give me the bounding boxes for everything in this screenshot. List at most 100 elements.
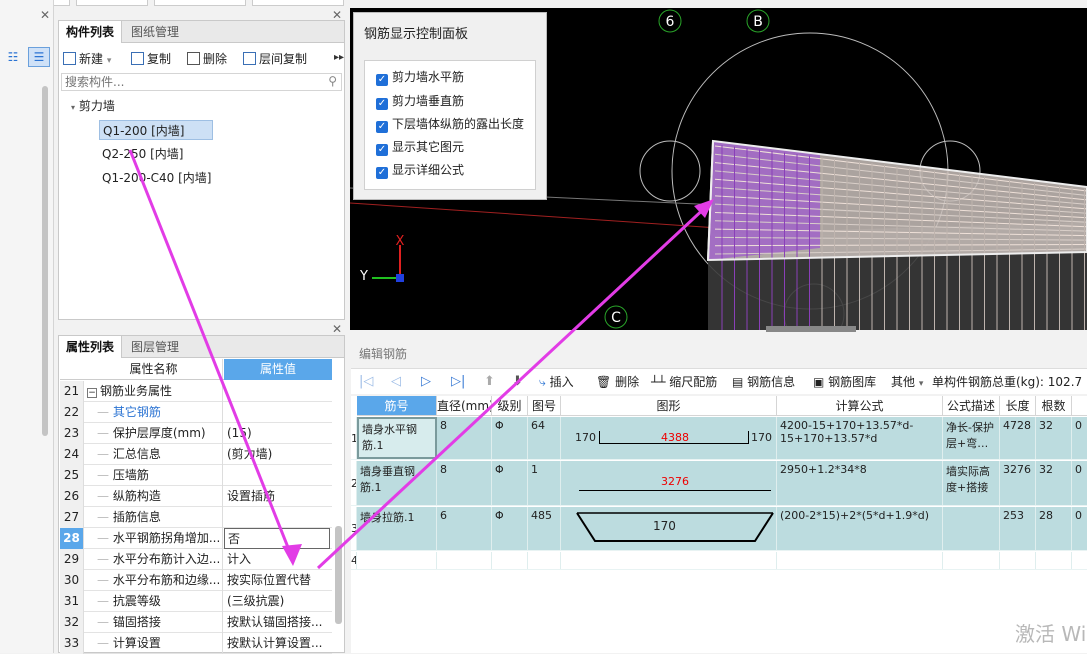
first-record-icon[interactable]: |◁ [359,374,373,389]
cell-name[interactable] [357,552,437,569]
close-icon[interactable]: ✕ [40,8,50,22]
property-close-icon[interactable]: ✕ [332,322,342,336]
insert-button[interactable]: ⤷ 插入 [539,373,574,391]
cell-length[interactable]: 253 [1000,507,1036,550]
property-row[interactable]: 23— 保护层厚度(mm) (15) [60,423,332,444]
floor-copy-button[interactable]: 层间复制 [243,50,307,68]
cell-extra[interactable]: 0 [1072,461,1087,505]
cell-formula[interactable]: 2950+1.2*34*8 [777,461,943,505]
cell-extra[interactable] [1072,552,1087,569]
next-icon[interactable]: ▷ [421,374,431,389]
copy-button[interactable]: 复制 [131,50,171,68]
property-row[interactable]: 21− 钢筋业务属性 [60,381,332,402]
search-input[interactable] [62,74,341,90]
property-row[interactable]: 29— 水平分布筋计入边... 计入 [60,549,332,570]
column-header[interactable]: 图号 [528,396,561,416]
top-field-3[interactable] [154,0,246,6]
property-value[interactable] [224,402,330,423]
property-value[interactable]: 按实际位置代替 [224,570,330,591]
move-up-icon[interactable]: ⬆ [484,374,495,389]
previous-icon[interactable]: ◁ [391,374,401,389]
tab-component-list[interactable]: 构件列表 [59,21,123,43]
option-show-other[interactable]: ✓ 显示其它图元 [376,138,464,156]
cell-count[interactable]: 28 [1036,507,1072,550]
cell-length[interactable]: 4728 [1000,417,1036,459]
property-value[interactable]: (剪力墙) [224,444,330,465]
cell-dia[interactable] [437,552,492,569]
tab-property-list[interactable]: 属性列表 [59,336,123,358]
cell-length[interactable] [1000,552,1036,569]
checkbox-checked-icon[interactable]: ✓ [376,144,388,156]
property-row[interactable]: 32— 锚固搭接 按默认锚固搭接... [60,612,332,633]
property-value[interactable]: 计入 [224,549,330,570]
property-value[interactable] [224,381,330,402]
property-value[interactable] [224,507,330,528]
scale-rebar-button[interactable]: ┴┴ 缩尺配筋 [651,373,717,391]
cell-dia[interactable]: 8 [437,417,492,459]
tree-item-q1-200[interactable]: Q1-200 [内墙] [99,120,213,140]
property-row[interactable]: 30— 水平分布筋和边缘... 按实际位置代替 [60,570,332,591]
rebar-library-button[interactable]: ▣ 钢筋图库 [813,373,876,391]
property-row[interactable]: 33— 计算设置 按默认计算设置... [60,633,332,654]
dropdown-arrow-icon[interactable]: ▾ [919,379,924,389]
table-row[interactable]: 2墙身垂直钢筋.18Φ132762950+1.2*34*8墙实际高度+搭接327… [351,461,1087,506]
cell-name[interactable]: 墙身垂直钢筋.1 [357,461,437,505]
top-field-2[interactable] [76,0,148,6]
cell-desc[interactable]: 净长-保护层+弯… [943,417,1000,459]
table-row[interactable]: 4 [351,552,1087,570]
column-header[interactable]: 直径(mm) [437,396,492,416]
cell-formula[interactable]: (200-2*15)+2*(5*d+1.9*d) [777,507,943,550]
cell-count[interactable] [1036,552,1072,569]
cell-formula[interactable] [777,552,943,569]
tab-layer-management[interactable]: 图层管理 [124,336,186,358]
tree-view-icon[interactable]: ☰ [28,47,50,67]
panel-close-icon[interactable]: ✕ [332,8,342,22]
property-value[interactable]: 否 [224,528,330,549]
tree-item-q2-250[interactable]: Q2-250 [内墙] [102,144,184,164]
checkbox-checked-icon[interactable]: ✓ [376,121,388,133]
property-row[interactable]: 24— 汇总信息 (剪力墙) [60,444,332,465]
component-search[interactable]: ⚲ [61,73,342,91]
property-row[interactable]: 26— 纵筋构造 设置插筋 [60,486,332,507]
dropdown-arrow-icon[interactable]: ▾ [107,56,112,66]
cell-grade[interactable]: Φ [492,461,528,505]
cell-dia[interactable]: 6 [437,507,492,550]
property-row[interactable]: 31— 抗震等级 (三级抗震) [60,591,332,612]
cell-grade[interactable]: Φ [492,507,528,550]
search-icon[interactable]: ⚲ [328,74,337,88]
column-header[interactable]: 公式描述 [943,396,1000,416]
checkbox-checked-icon[interactable]: ✓ [376,98,388,110]
column-header[interactable]: 级别 [492,396,528,416]
left-scrollbar[interactable] [42,86,48,436]
move-down-icon[interactable]: ⬇ [512,374,523,389]
cell-formula[interactable]: 4200-15+170+13.57*d-15+170+13.57*d [777,417,943,459]
cell-desc[interactable] [943,507,1000,550]
checkbox-checked-icon[interactable]: ✓ [376,167,388,179]
other-menu[interactable]: 其他 ▾ [891,373,923,391]
tab-drawing-management[interactable]: 图纸管理 [124,21,186,43]
cell-name[interactable]: 墙身水平钢筋.1 [357,417,437,459]
top-field-4[interactable] [252,0,344,6]
rebar-delete-button[interactable]: 🗑 删除 [596,373,639,391]
property-row[interactable]: 22— 其它钢筋 [60,402,332,423]
last-record-icon[interactable]: ▷| [451,374,465,389]
property-value[interactable]: (三级抗震) [224,591,330,612]
rebar-info-button[interactable]: ▤ 钢筋信息 [732,373,795,391]
cell-length[interactable]: 3276 [1000,461,1036,505]
viewport-splitter[interactable] [766,326,856,332]
property-scrollbar[interactable] [335,526,342,624]
property-row[interactable]: 27— 插筋信息 [60,507,332,528]
cell-fig[interactable]: 64 [528,417,561,459]
property-value[interactable] [224,465,330,486]
checkbox-checked-icon[interactable]: ✓ [376,74,388,86]
property-value[interactable]: 按默认计算设置... [224,633,330,654]
expand-icon[interactable]: ▾ [71,103,75,112]
cell-grade[interactable]: Φ [492,417,528,459]
collapse-icon[interactable]: − [87,388,97,398]
cell-desc[interactable] [943,552,1000,569]
option-wall-vertical[interactable]: ✓ 剪力墙垂直筋 [376,92,464,110]
option-show-formula[interactable]: ✓ 显示详细公式 [376,161,464,179]
tree-root-shear-wall[interactable]: ▾ 剪力墙 [71,96,115,116]
cell-grade[interactable] [492,552,528,569]
property-value[interactable]: (15) [224,423,330,444]
